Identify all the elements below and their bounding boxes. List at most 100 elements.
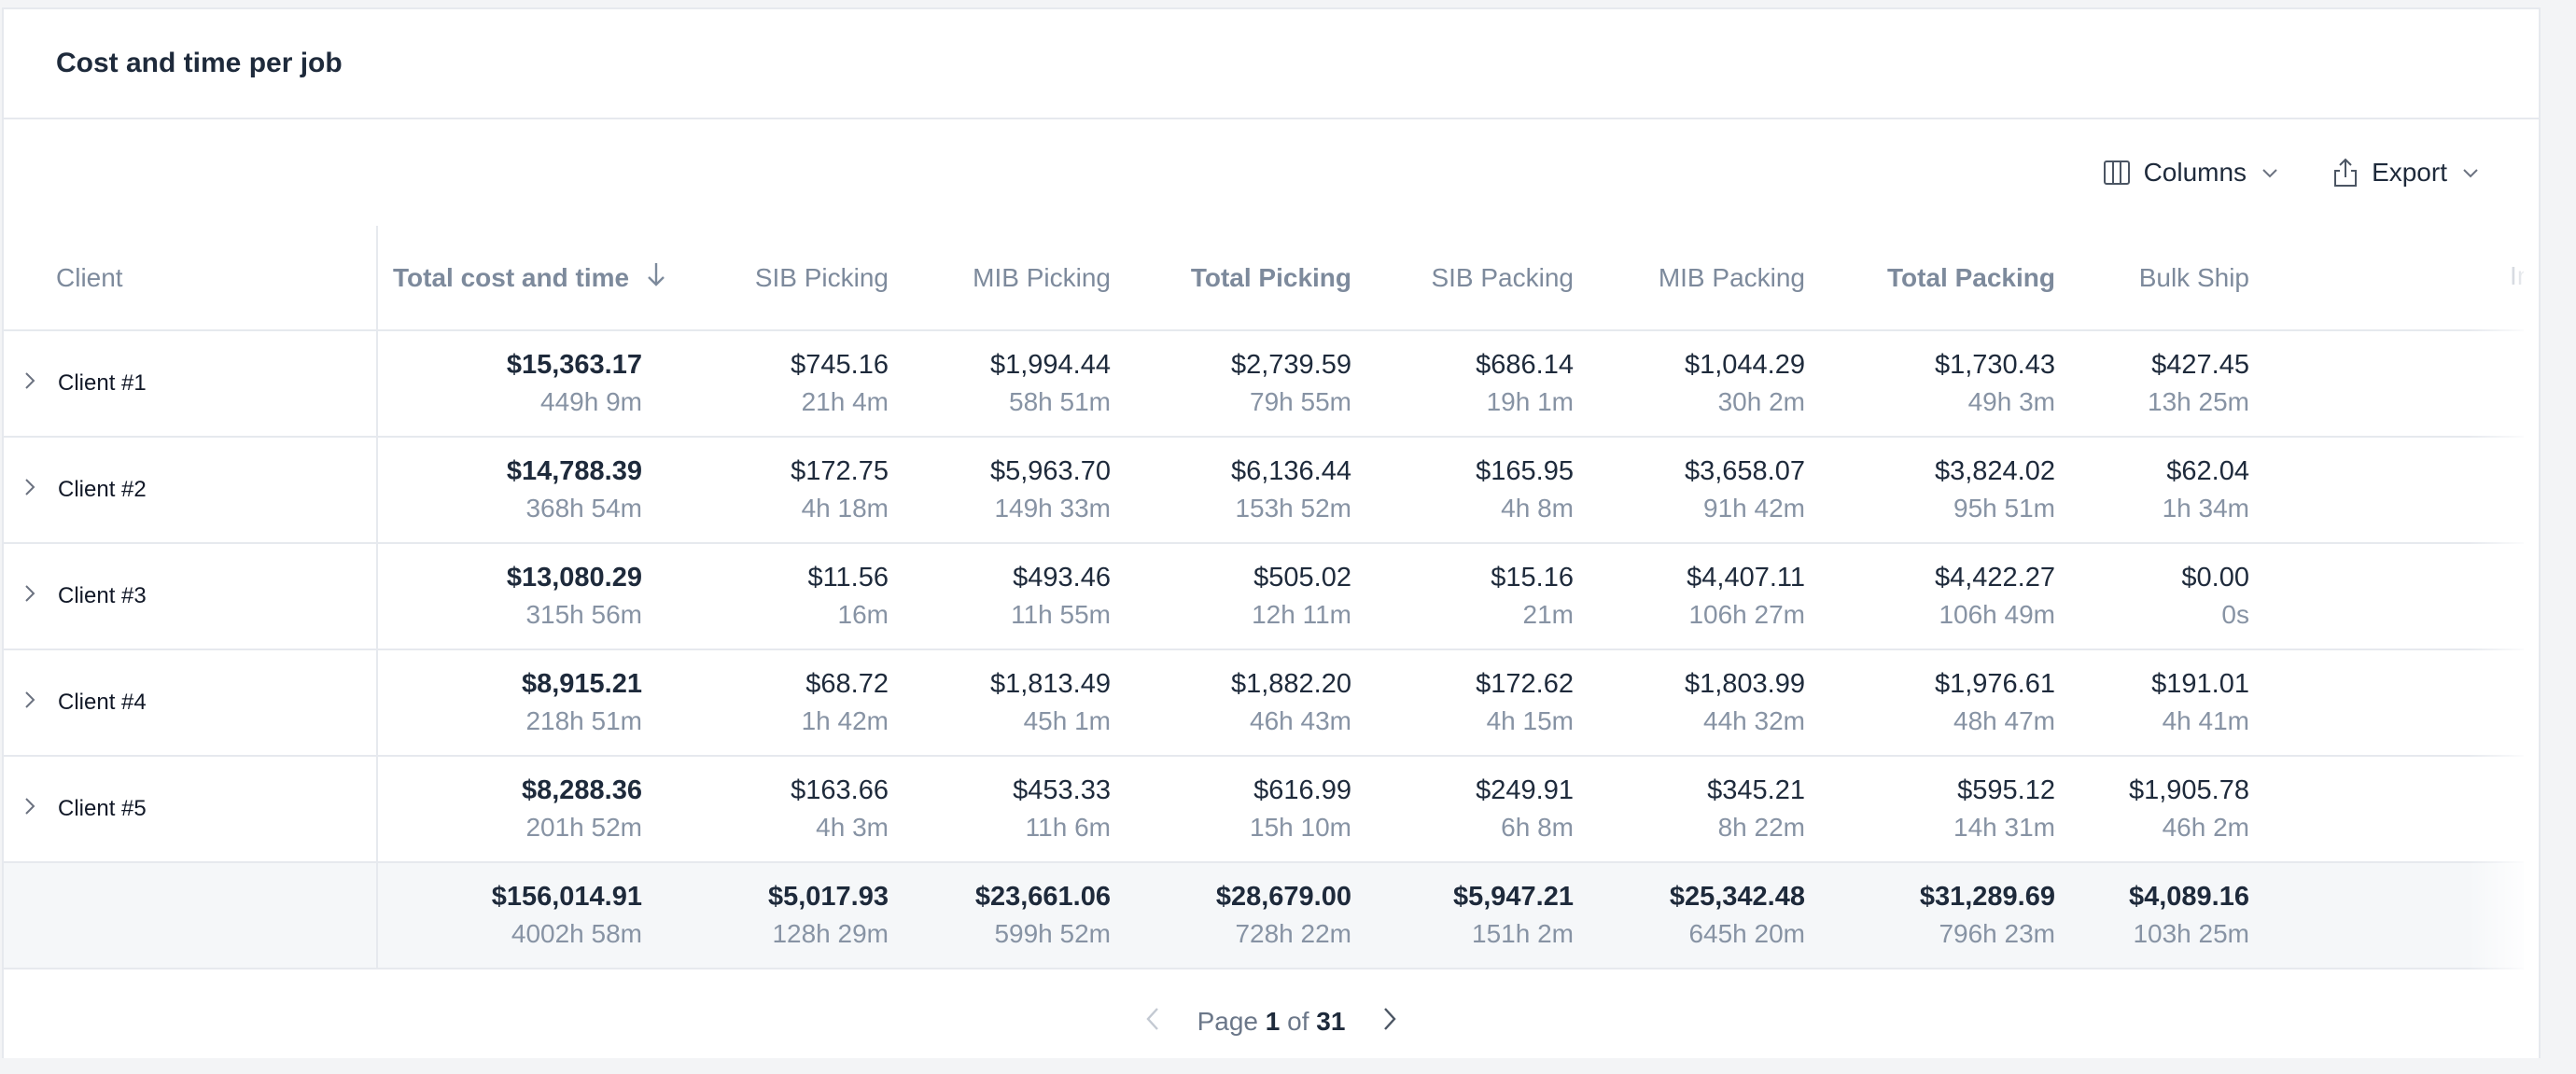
cell-mib-picking: $1,994.44 58h 51m: [889, 330, 1111, 438]
cost-value: $4,422.27: [1934, 563, 2055, 593]
table-row[interactable]: Client #4 $8,915.21 218h 51m $68.72 1h 42m $1…: [4, 649, 2524, 757]
cell-bulk-ship: $0.00 0s: [2055, 543, 2249, 650]
cost-value: $28,679.00: [1215, 882, 1351, 912]
time-value: 0s: [2221, 600, 2249, 629]
cell-bulk-ship: $1,905.78 46h 2m: [2055, 756, 2249, 863]
cell-mib-packing: $1,044.29 30h 2m: [1574, 330, 1805, 438]
page-of: of: [1287, 1007, 1309, 1036]
column-header-total-label: Total cost and time: [393, 262, 630, 292]
chevron-right-icon: [21, 370, 39, 398]
time-value: 58h 51m: [1009, 387, 1111, 416]
expand-row-button[interactable]: [21, 476, 39, 505]
next-page-button[interactable]: [1379, 1005, 1399, 1039]
cell-total-picking: $2,739.59 79h 55m: [1111, 330, 1351, 438]
cell-sib-picking: $5,017.93 128h 29m: [674, 862, 889, 969]
cell-client: Client #1: [4, 330, 378, 438]
column-header-client[interactable]: Client: [4, 226, 378, 331]
table-row[interactable]: Client #3 $13,080.29 315h 56m $11.56 16m $493…: [4, 543, 2524, 650]
time-value: 315h 56m: [525, 600, 642, 629]
time-value: 49h 3m: [1967, 387, 2055, 416]
column-header-sib-packing[interactable]: SIB Packing: [1351, 226, 1574, 331]
time-value: 21h 4m: [801, 387, 889, 416]
card-title: Cost and time per job: [56, 48, 343, 78]
column-header-bulk-ship[interactable]: Bulk Ship: [2055, 226, 2249, 331]
cost-value: $1,760.74: [2249, 453, 2524, 490]
chevron-right-icon: [21, 795, 39, 824]
page-current: 1: [1265, 1007, 1281, 1036]
cost-value: $1,803.99: [1684, 669, 1805, 699]
time-value: 44h 8m: [2249, 490, 2524, 527]
page-prefix: Page: [1197, 1007, 1258, 1036]
cost-value: $3,658.07: [1684, 456, 1805, 486]
time-value: 46h 2m: [2162, 813, 2249, 842]
time-value: 11h 6m: [1025, 813, 1111, 842]
cost-value: $19,582.23: [2249, 878, 2524, 915]
cell-sib-packing: $249.91 6h 8m: [1351, 756, 1574, 863]
expand-row-button[interactable]: [21, 582, 39, 611]
column-header-inventory[interactable]: Inventory: [2249, 226, 2524, 331]
client-name: Client #1: [58, 370, 147, 396]
time-value: 728h 22m: [1235, 919, 1351, 948]
expand-row-button[interactable]: [21, 795, 39, 824]
time-value: 106h 49m: [1939, 600, 2055, 629]
prev-page-button[interactable]: [1143, 1005, 1164, 1039]
cell-sib-packing: $165.95 4h 8m: [1351, 437, 1574, 544]
table-toolbar: Columns Export: [4, 119, 2539, 226]
expand-row-button[interactable]: [21, 370, 39, 398]
cost-value: $270.22: [2249, 772, 2524, 809]
column-header-mib-packing[interactable]: MIB Packing: [1574, 226, 1805, 331]
cell-total: $156,014.91 4002h 58m: [377, 862, 674, 969]
cost-value: $4,089.16: [2128, 882, 2249, 912]
column-header-mib-picking[interactable]: MIB Picking: [889, 226, 1111, 331]
cost-value: $172.62: [1476, 669, 1574, 699]
cell-inventory: $19,582.23500h 44m: [2249, 862, 2524, 969]
cost-time-table: Client Total cost and time SIB Picking M…: [4, 226, 2524, 969]
time-value: 4h 8m: [1501, 494, 1574, 523]
time-value: 218h 51m: [525, 706, 642, 735]
cell-mib-picking: $5,963.70 149h 33m: [889, 437, 1111, 544]
time-value: 4h 15m: [1486, 706, 1574, 735]
time-value: 46h 43m: [1250, 706, 1351, 735]
cell-total-picking: $6,136.44 153h 52m: [1111, 437, 1351, 544]
time-value: 45h 1m: [1023, 706, 1111, 735]
cost-value: $4,407.11: [1687, 563, 1805, 593]
cost-value: $15.16: [1491, 563, 1574, 593]
time-value: 48h 47m: [1953, 706, 2055, 735]
cost-value: $163.66: [791, 775, 889, 805]
column-header-total-packing[interactable]: Total Packing: [1805, 226, 2055, 331]
time-value: 16m: [837, 600, 889, 629]
export-button[interactable]: Export: [2332, 158, 2481, 188]
cost-value: $25,342.48: [1669, 882, 1805, 912]
cell-inventory: $1,364.2238h 43m: [2249, 330, 2524, 438]
cost-value: $191.01: [2151, 669, 2249, 699]
column-header-sib-picking[interactable]: SIB Picking: [674, 226, 889, 331]
time-value: 128h 29m: [772, 919, 889, 948]
chevron-right-icon: [21, 582, 39, 611]
time-value: 1h 34m: [2162, 494, 2249, 523]
cell-mib-packing: $345.21 8h 22m: [1574, 756, 1805, 863]
expand-row-button[interactable]: [21, 689, 39, 718]
table-row[interactable]: Client #2 $14,788.39 368h 54m $172.75 4h 18m…: [4, 437, 2524, 544]
page-total: 31: [1316, 1007, 1346, 1036]
cell-client: Client #2: [4, 437, 378, 544]
time-value: 645h 20m: [1688, 919, 1805, 948]
columns-button[interactable]: Columns: [2103, 158, 2280, 188]
table-scroll-area[interactable]: Client Total cost and time SIB Picking M…: [4, 226, 2524, 969]
cost-value: $11.56: [807, 563, 889, 593]
cell-total-packing: $3,824.02 95h 51m: [1805, 437, 2055, 544]
cell-total: $8,288.36 201h 52m: [377, 756, 674, 863]
table-row[interactable]: Client #1 $15,363.17 449h 9m $745.16 21h 4m $…: [4, 330, 2524, 438]
time-value: 39h 21m: [2249, 703, 2524, 740]
column-header-total-picking[interactable]: Total Picking: [1111, 226, 1351, 331]
cost-value: $68.72: [805, 669, 889, 699]
time-value: 91h 42m: [1703, 494, 1805, 523]
cost-value: $1,044.29: [1684, 350, 1805, 380]
columns-icon: [2103, 159, 2131, 187]
column-header-total[interactable]: Total cost and time: [377, 226, 674, 331]
table-row[interactable]: Client #5 $8,288.36 201h 52m $163.66 4h 3m $4…: [4, 756, 2524, 863]
cell-mib-packing: $1,803.99 44h 32m: [1574, 649, 1805, 757]
cost-value: $345.21: [1707, 775, 1805, 805]
cost-value: $5,947.21: [1452, 882, 1574, 912]
cost-value: $616.99: [1253, 775, 1351, 805]
time-value: 19h 1m: [1486, 387, 1574, 416]
